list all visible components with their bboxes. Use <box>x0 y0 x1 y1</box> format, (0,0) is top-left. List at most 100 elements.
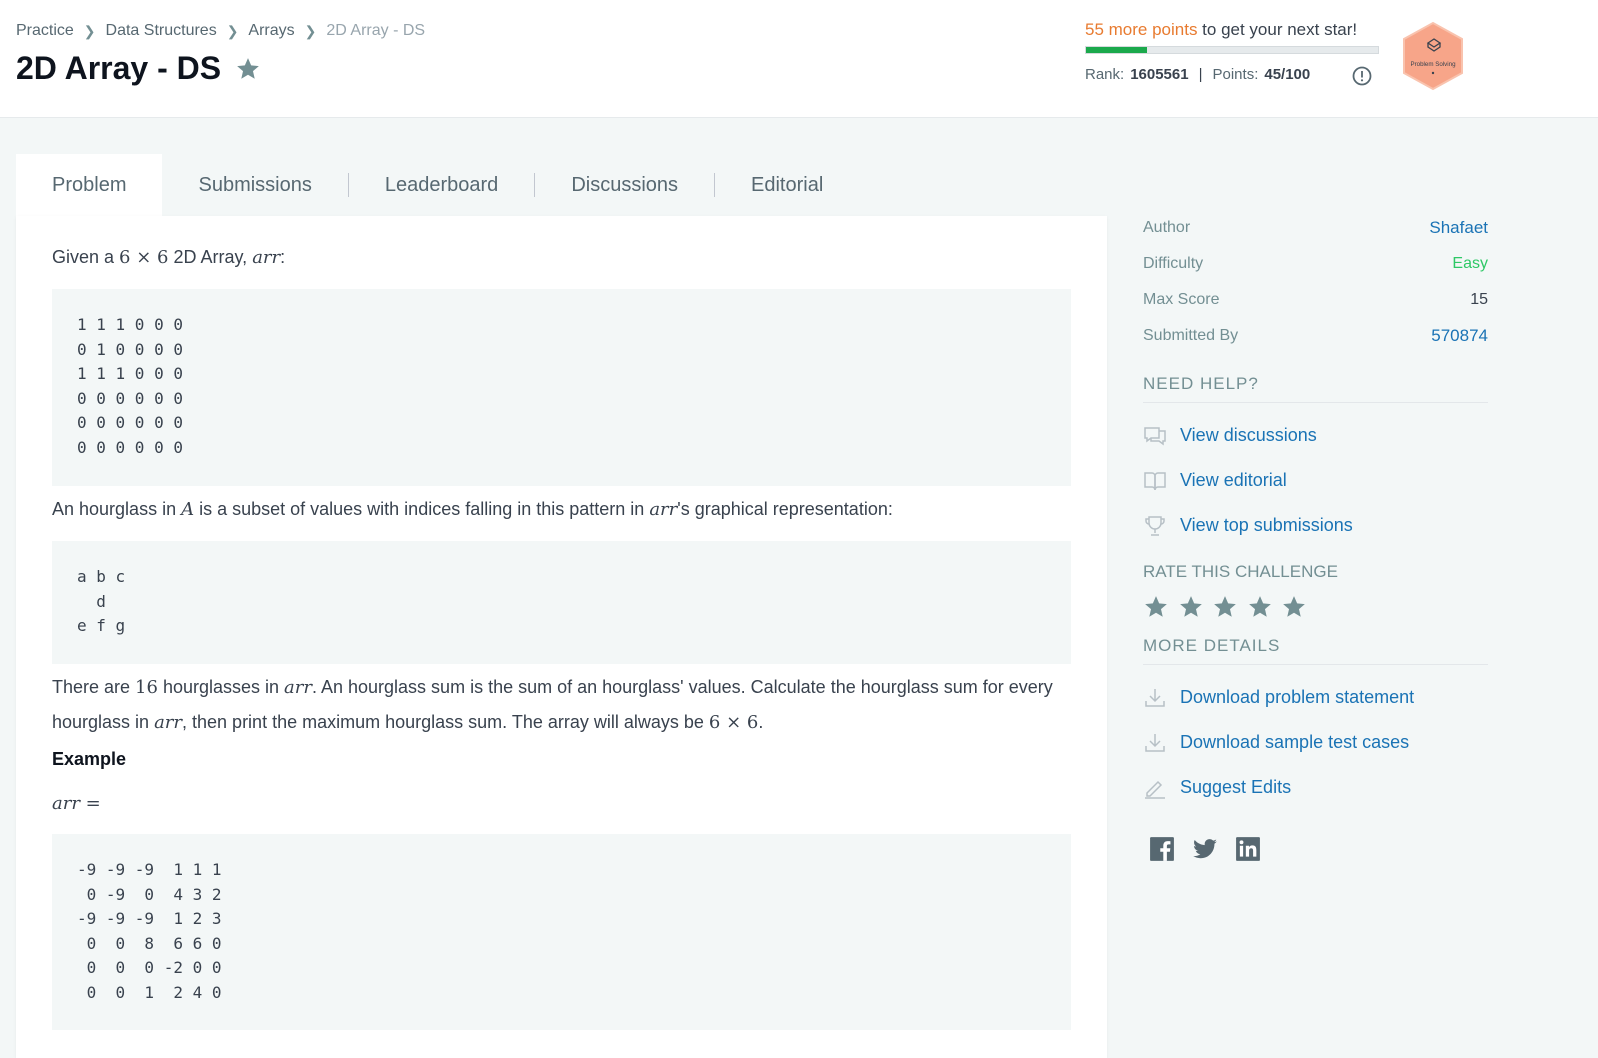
progress-bar <box>1085 46 1379 54</box>
text: is a subset of values with indices falli… <box>194 499 650 519</box>
meta-label: Max Score <box>1143 291 1220 308</box>
link-label: Download problem statement <box>1180 687 1415 707</box>
rate-title: RATE THIS CHALLENGE <box>1143 562 1338 581</box>
tab-discussions[interactable]: Discussions <box>535 154 714 216</box>
meta-submitted-by: Submitted By 570874 <box>1143 318 1488 354</box>
meta-label: Author <box>1143 219 1191 236</box>
chevron-right-icon: ❯ <box>83 22 96 39</box>
page-title: 2D Array - DS <box>16 50 222 86</box>
view-editorial-link[interactable]: View editorial <box>1143 458 1488 503</box>
link-label: View editorial <box>1180 470 1287 490</box>
text: , then print the maximum hourglass sum. … <box>182 712 709 732</box>
text: . <box>758 712 764 732</box>
info-icon[interactable] <box>1352 66 1372 86</box>
tab-problem[interactable]: Problem <box>16 154 163 216</box>
problem-tabs: Problem Submissions Leaderboard Discussi… <box>16 154 859 216</box>
example-var: arr = <box>52 786 101 821</box>
math-var: arr <box>154 712 183 733</box>
meta-difficulty: Difficulty Easy <box>1143 246 1488 282</box>
hourglass-text: An hourglass in A is a subset of values … <box>52 492 893 527</box>
progress-fill <box>1086 47 1148 53</box>
text: hourglasses in <box>157 677 285 697</box>
bookmark-star-icon[interactable] <box>235 56 261 82</box>
max-score-value: 15 <box>1470 291 1488 308</box>
code-block-pattern: a b c d e f g <box>52 541 1071 664</box>
math-var: arr = <box>52 793 101 814</box>
trophy-icon <box>1145 515 1165 536</box>
chevron-right-icon: ❯ <box>226 22 239 39</box>
math-var: arr <box>649 499 678 520</box>
meta-label: Difficulty <box>1143 255 1204 272</box>
progress-message: 55 more points to get your next star! <box>1085 20 1380 40</box>
social-share <box>1143 836 1488 862</box>
rating-star-2-icon[interactable] <box>1178 594 1204 620</box>
example-heading: Example <box>52 749 127 769</box>
link-label: Download sample test cases <box>1180 732 1410 752</box>
math-var: arr <box>252 247 281 268</box>
text: 2D Array, <box>168 247 253 267</box>
rank-points-row: Rank: 1605561 | Points: 45/100 <box>1085 66 1310 83</box>
breadcrumb-data-structures[interactable]: Data Structures <box>106 22 217 40</box>
rating-star-5-icon[interactable] <box>1281 594 1307 620</box>
author-link[interactable]: Shafaet <box>1429 218 1488 238</box>
facebook-icon[interactable] <box>1149 836 1175 862</box>
download-sample-test-cases-link[interactable]: Download sample test cases <box>1143 720 1488 765</box>
tab-leaderboard[interactable]: Leaderboard <box>349 154 534 216</box>
rank-label: Rank: <box>1085 66 1125 83</box>
problem-solving-badge[interactable]: Problem Solving <box>1400 21 1466 91</box>
chevron-right-icon: ❯ <box>304 22 317 39</box>
link-label: Suggest Edits <box>1180 777 1292 797</box>
breadcrumb: Practice ❯ Data Structures ❯ Arrays ❯ 2D… <box>16 22 425 40</box>
linkedin-icon[interactable] <box>1235 836 1261 862</box>
download-icon <box>1145 688 1165 707</box>
title-row: 2D Array - DS <box>16 50 261 87</box>
points-value: 45/100 <box>1264 66 1311 83</box>
meta-label: Submitted By <box>1143 327 1239 344</box>
progress-suffix: to get your next star! <box>1197 20 1358 39</box>
math-var: arr <box>284 677 312 698</box>
download-icon <box>1145 733 1165 752</box>
page-header: Practice ❯ Data Structures ❯ Arrays ❯ 2D… <box>0 0 1598 118</box>
rating-stars <box>1143 594 1488 620</box>
link-label: View discussions <box>1180 425 1317 445</box>
text: hourglass in <box>52 712 155 732</box>
text: . An hourglass sum is the sum of an hour… <box>311 677 1053 697</box>
meta-author: Author Shafaet <box>1143 210 1488 246</box>
twitter-icon[interactable] <box>1192 836 1218 862</box>
submitted-by-link[interactable]: 570874 <box>1431 326 1488 346</box>
breadcrumb-current: 2D Array - DS <box>326 22 426 39</box>
math-dims: 6 × 6 <box>708 712 759 733</box>
description-text: There are 16 hourglasses in arr. An hour… <box>52 670 1053 740</box>
difficulty-value: Easy <box>1452 255 1488 272</box>
view-discussions-link[interactable]: View discussions <box>1143 413 1488 458</box>
discussions-icon <box>1144 426 1166 445</box>
need-help-title: NEED HELP? <box>1143 374 1488 403</box>
suggest-edits-link[interactable]: Suggest Edits <box>1143 765 1488 810</box>
text: There are <box>52 677 136 697</box>
math-dims: 6 × 6 <box>119 247 169 268</box>
badge-label: Problem Solving <box>1410 61 1456 68</box>
text: 's graphical representation: <box>677 499 893 519</box>
rating-star-3-icon[interactable] <box>1212 594 1238 620</box>
tab-editorial[interactable]: Editorial <box>715 154 859 216</box>
tab-submissions[interactable]: Submissions <box>162 154 347 216</box>
more-details-title: MORE DETAILS <box>1143 636 1488 665</box>
divider: | <box>1198 66 1203 83</box>
text: Given a <box>52 247 120 267</box>
rating-star-1-icon[interactable] <box>1143 594 1169 620</box>
code-block-grid: 1 1 1 0 0 0 0 1 0 0 0 0 1 1 1 0 0 0 0 0 … <box>52 289 1071 486</box>
pencil-icon <box>1145 780 1165 799</box>
link-label: View top submissions <box>1180 515 1353 535</box>
rank-value: 1605561 <box>1130 66 1189 83</box>
view-top-submissions-link[interactable]: View top submissions <box>1143 503 1488 548</box>
book-icon <box>1144 471 1166 490</box>
math-num: 16 <box>135 677 158 698</box>
breadcrumb-practice[interactable]: Practice <box>16 22 74 40</box>
download-problem-statement-link[interactable]: Download problem statement <box>1143 675 1488 720</box>
star-progress: 55 more points to get your next star! <box>1085 20 1380 54</box>
rating-star-4-icon[interactable] <box>1247 594 1273 620</box>
points-label: Points: <box>1212 66 1259 83</box>
breadcrumb-arrays[interactable]: Arrays <box>248 22 294 40</box>
points-needed: 55 more points <box>1085 20 1198 39</box>
problem-statement: Given a 6 × 6 2D Array, arr: 1 1 1 0 0 0… <box>16 216 1107 1058</box>
